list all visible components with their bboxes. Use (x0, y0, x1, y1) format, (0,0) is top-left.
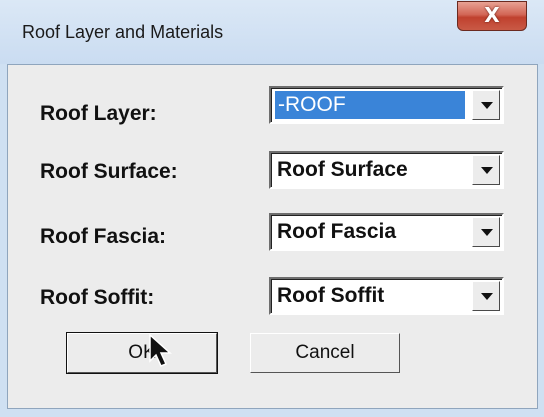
window-title: Roof Layer and Materials (22, 22, 224, 42)
roof-layer-label: Roof Layer: (40, 102, 157, 125)
roof-soffit-dropdown[interactable]: Roof Soffit (269, 277, 504, 315)
roof-layer-value: -ROOF (275, 91, 465, 119)
cancel-button[interactable]: Cancel (250, 333, 400, 373)
close-button[interactable]: X (457, 1, 527, 31)
close-icon: X (484, 3, 500, 27)
roof-layer-dropdown[interactable]: -ROOF (269, 86, 504, 124)
chevron-down-icon[interactable] (472, 281, 500, 311)
ok-button[interactable]: OK (66, 332, 218, 374)
roof-fascia-label: Roof Fascia: (40, 225, 167, 248)
roof-surface-value: Roof Surface (277, 158, 408, 181)
roof-fascia-dropdown[interactable]: Roof Fascia (269, 213, 504, 251)
roof-surface-label: Roof Surface: (40, 160, 178, 183)
roof-surface-dropdown[interactable]: Roof Surface (269, 151, 504, 189)
dialog-window: Roof Layer and Materials X Roof Layer: -… (0, 0, 544, 417)
chevron-down-icon[interactable] (472, 217, 500, 247)
roof-soffit-label: Roof Soffit: (40, 286, 155, 309)
title-bar[interactable]: Roof Layer and Materials X (0, 0, 544, 64)
roof-fascia-value: Roof Fascia (277, 220, 397, 243)
roof-soffit-value: Roof Soffit (277, 284, 385, 307)
mouse-pointer-icon (149, 333, 172, 367)
chevron-down-icon[interactable] (472, 155, 500, 185)
chevron-down-icon[interactable] (472, 90, 500, 120)
